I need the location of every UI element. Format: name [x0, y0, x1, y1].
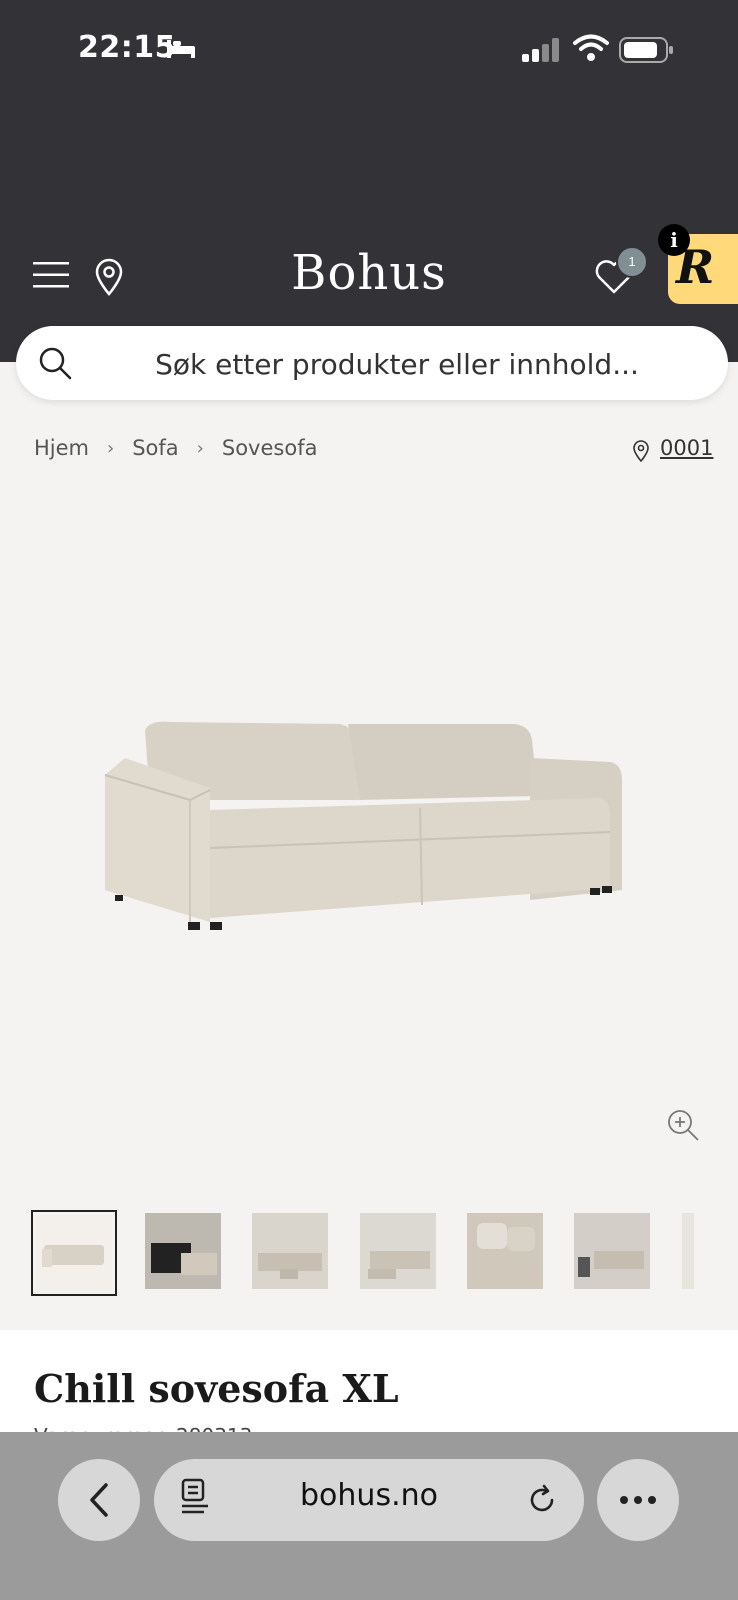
breadcrumb-home[interactable]: Hjem	[34, 436, 89, 460]
thumbnail-sofa-image	[42, 1245, 104, 1267]
thumbnail-closeup-image	[467, 1213, 543, 1289]
more-options-button[interactable]	[597, 1459, 679, 1541]
thumbnail-1[interactable]	[31, 1210, 117, 1296]
breadcrumb-separator: ›	[107, 437, 115, 459]
thumbnail-3[interactable]	[252, 1213, 328, 1289]
reload-icon[interactable]	[526, 1484, 558, 1516]
thumbnail-4[interactable]	[360, 1213, 436, 1289]
status-time: 22:15	[78, 30, 176, 65]
browser-back-button[interactable]	[58, 1459, 140, 1541]
selected-store-link[interactable]: 0001	[660, 436, 713, 460]
breadcrumb-sovesofa[interactable]: Sovesofa	[222, 436, 318, 460]
thumbnail-2[interactable]	[145, 1213, 221, 1289]
info-icon[interactable]: i	[658, 224, 690, 256]
thumbnail-5[interactable]	[467, 1213, 543, 1289]
breadcrumb-separator: ›	[196, 437, 204, 459]
product-main-image[interactable]	[90, 700, 650, 960]
thumbnail-bed-image	[145, 1213, 221, 1289]
wishlist-count-badge: 1	[616, 246, 648, 278]
ellipsis-icon	[620, 1496, 656, 1504]
sleep-mode-icon	[167, 40, 195, 58]
store-pin-icon	[633, 440, 649, 462]
thumbnail-6[interactable]	[574, 1213, 650, 1289]
thumbnail-7[interactable]	[682, 1213, 694, 1289]
zoom-in-icon[interactable]	[666, 1108, 700, 1142]
thumbnail-room-image	[360, 1213, 436, 1289]
search-input[interactable]	[100, 326, 694, 402]
thumbnail-room-image	[252, 1213, 328, 1289]
product-title: Chill sovesofa XL	[34, 1366, 399, 1411]
wifi-icon	[573, 34, 609, 61]
url-text[interactable]: bohus.no	[154, 1478, 584, 1513]
thumbnail-strip	[31, 1210, 738, 1296]
thumbnail-room-image	[574, 1213, 650, 1289]
breadcrumb: Hjem › Sofa › Sovesofa	[34, 436, 317, 460]
chevron-left-icon	[90, 1483, 108, 1517]
cellular-signal-icon	[522, 38, 559, 62]
breadcrumb-sofa[interactable]: Sofa	[132, 436, 178, 460]
battery-icon	[619, 37, 673, 63]
search-icon	[39, 347, 72, 380]
